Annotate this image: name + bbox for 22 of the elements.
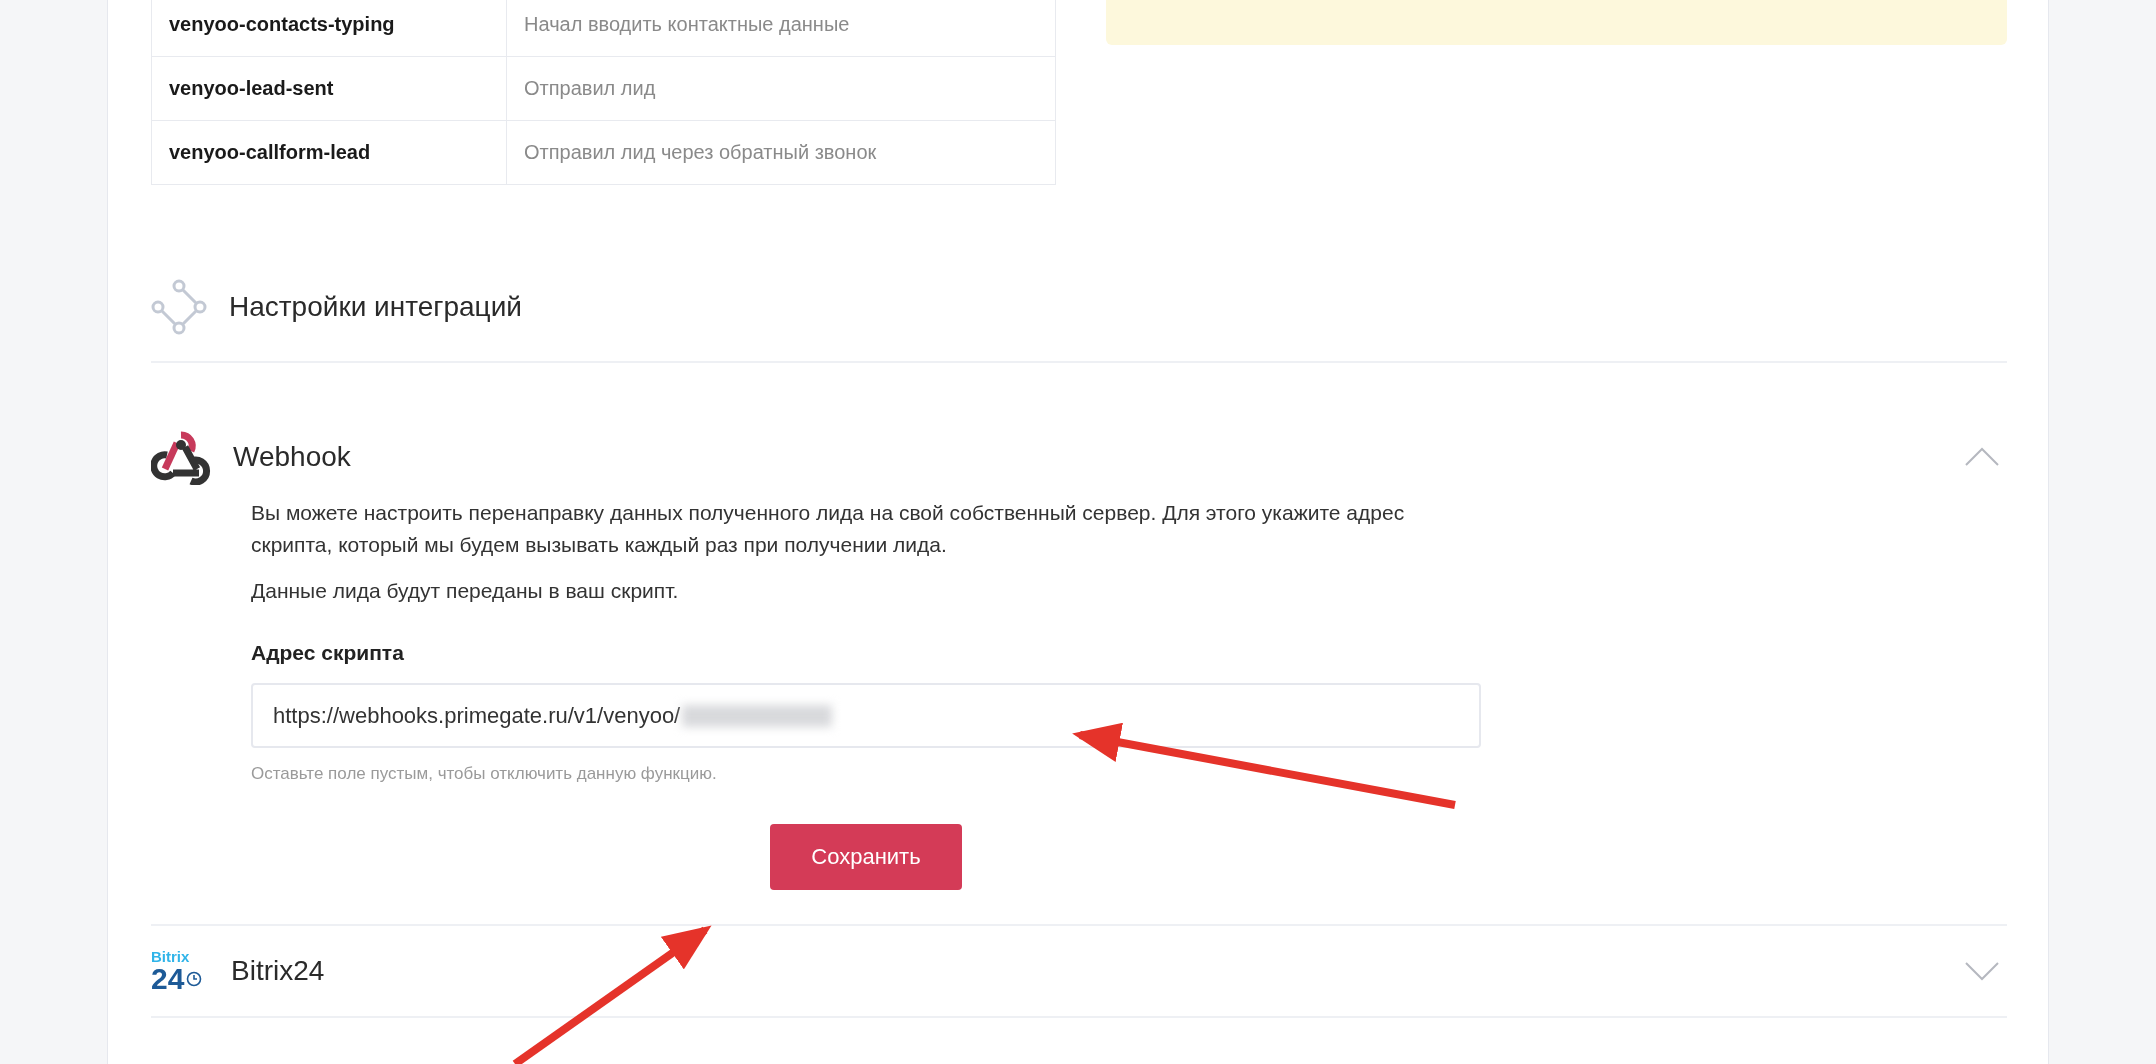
description-text: Вы можете настроить перенаправку данных полученного лида на свой собственный сервер. Для этого укажите адрес скрипта, который мы будем вызывать каждый раз при получении лида.	[251, 500, 1406, 558]
event-name-cell: venyoo-lead-sent	[151, 56, 507, 121]
webhook-icon	[151, 429, 211, 485]
event-description-cell: Отправил лид	[506, 56, 1056, 121]
chevron-up-icon[interactable]	[1965, 447, 1999, 467]
section-title: Настройки интеграций	[229, 291, 522, 323]
integration-nodes-icon	[151, 279, 207, 335]
integration-name[interactable]: Bitrix24	[231, 955, 1945, 987]
event-description-cell: Отправил лид через обратный звонок	[506, 120, 1056, 185]
save-button[interactable]: Сохранить	[770, 824, 962, 890]
integration-name[interactable]: Webhook	[233, 441, 1943, 473]
description-text: Данные лида будут переданы в ваш скрипт.	[251, 578, 680, 604]
bitrix24-logo: Bitrix 24	[151, 948, 211, 994]
clock-icon	[186, 970, 203, 987]
field-hint: Оставьте поле пустым, чтобы отключить данную функцию.	[251, 764, 718, 784]
script-url-field[interactable]: https://webhooks.primegate.ru/v1/venyoo/	[251, 683, 1481, 748]
event-description-cell: Начал вводить контактные данные	[506, 0, 1056, 57]
chevron-down-icon[interactable]	[1965, 961, 1999, 981]
event-name-cell: venyoo-callform-lead	[151, 120, 507, 185]
field-value: https://webhooks.primegate.ru/v1/venyoo/	[273, 702, 681, 729]
event-name-cell: venyoo-contacts-typing	[151, 0, 507, 57]
field-label: Адрес скрипта	[251, 641, 405, 665]
